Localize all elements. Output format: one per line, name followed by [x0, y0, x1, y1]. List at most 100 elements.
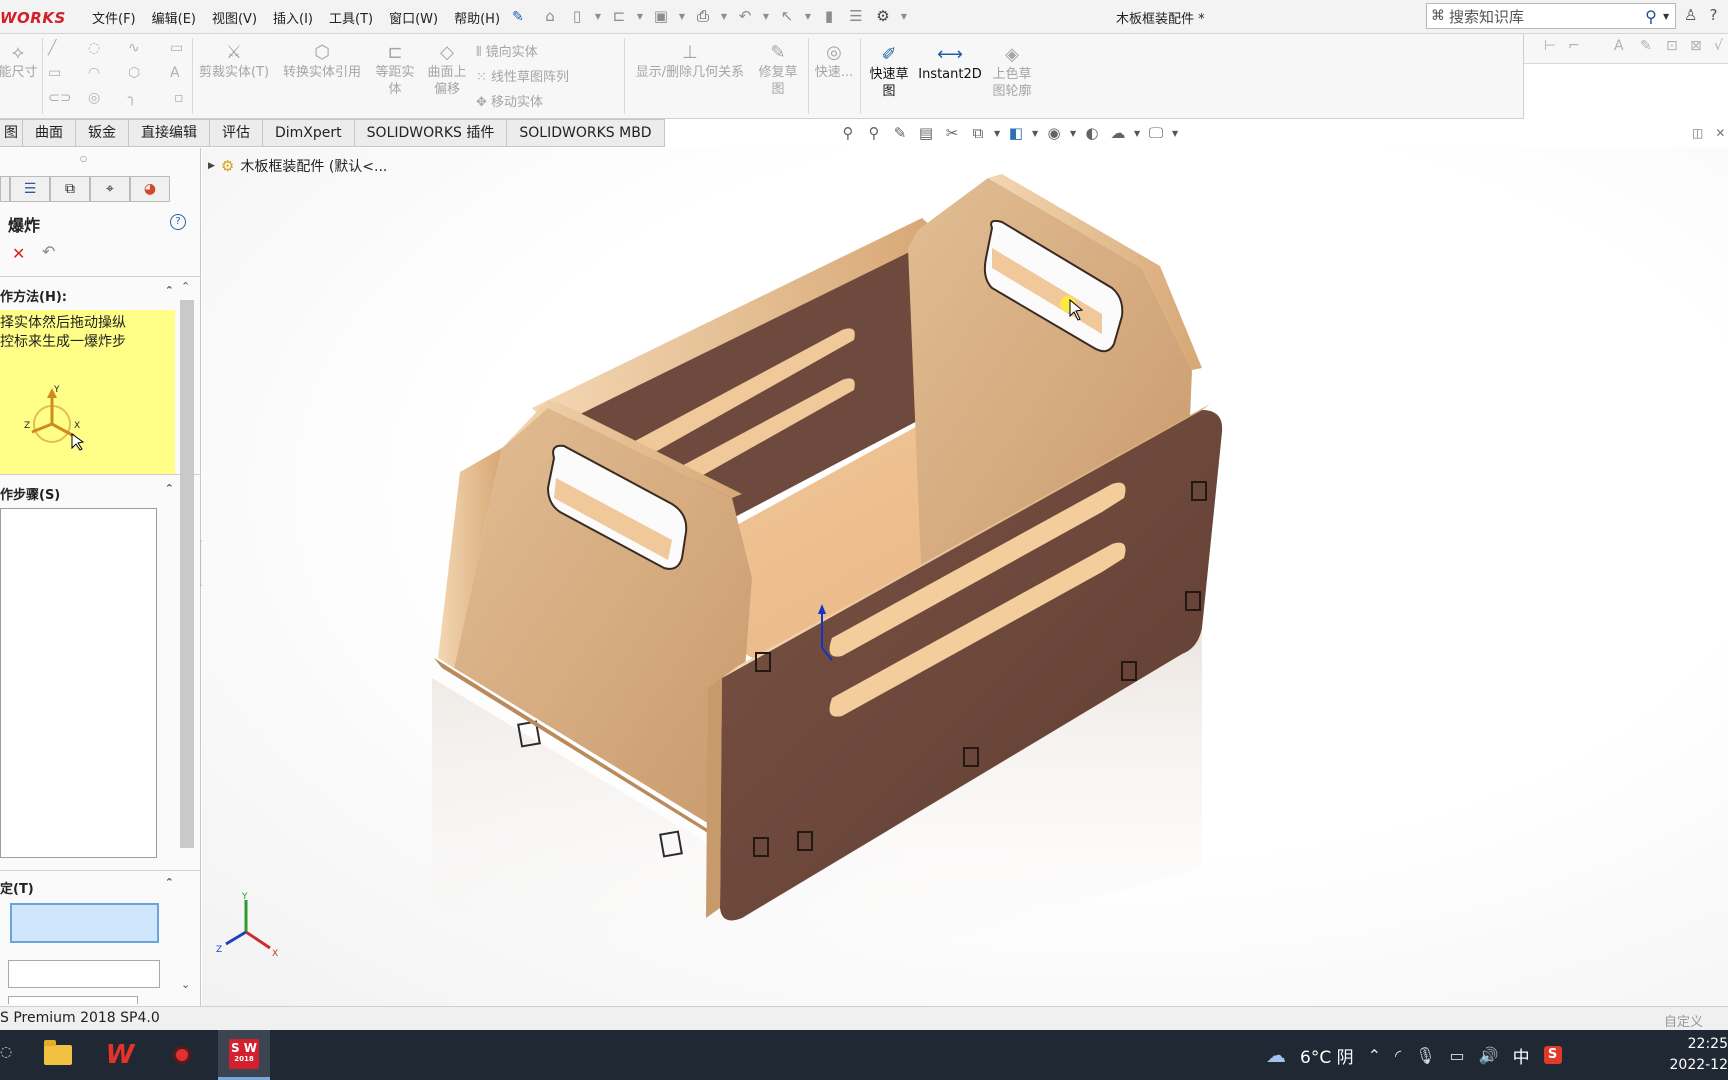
close-icon[interactable]: ✕ [12, 244, 25, 263]
cloudy-weather-icon[interactable]: ☁ [1266, 1043, 1286, 1067]
scroll-up-icon[interactable]: ⌃ [181, 280, 190, 293]
zoom-to-area-icon[interactable]: ⚲ [864, 124, 884, 142]
edit-appearance-icon[interactable]: ◐ [1082, 124, 1102, 142]
collapse-icon[interactable]: ⌃ [165, 284, 174, 297]
help-icon[interactable]: ? [170, 214, 186, 230]
wps-office-button[interactable]: W [94, 1030, 146, 1080]
fillet-icon[interactable]: ╮ [128, 90, 136, 106]
network-icon[interactable]: ◜ [1395, 1046, 1401, 1065]
polygon-icon[interactable]: ⬡ [128, 65, 140, 81]
panel-grip-icon[interactable]: ○ [80, 154, 87, 163]
tab-sketch[interactable]: 图 [0, 119, 23, 147]
expand-arrow-icon[interactable]: ▶ [208, 161, 215, 171]
close-window-icon[interactable]: ✕ [1715, 126, 1725, 140]
scroll-down-icon[interactable]: ⌄ [181, 978, 190, 991]
explode-distance-field[interactable] [8, 996, 138, 1004]
pin-icon[interactable]: ✎ [512, 9, 524, 25]
volume-icon[interactable]: 🔊 [1479, 1046, 1499, 1065]
view-orientation-icon[interactable]: ⧉ [968, 124, 988, 142]
gear-icon[interactable]: ⚙ [873, 5, 893, 27]
menu-window[interactable]: 窗口(W) [381, 8, 446, 27]
section-header-settings[interactable]: 定(T) ⌃ [0, 876, 178, 897]
step-icon[interactable]: ⌐ [1568, 38, 1580, 54]
tab-configuration-manager[interactable]: ⧉ [50, 176, 90, 202]
search-icon[interactable]: ⚲ [1639, 7, 1663, 26]
zoom-to-fit-icon[interactable]: ⚲ [838, 124, 858, 142]
trim-entities-button[interactable]: ⚔ 剪裁实体(T) [196, 42, 272, 81]
menu-tools[interactable]: 工具(T) [321, 8, 381, 27]
apply-scene-icon[interactable]: ☁ [1108, 124, 1128, 142]
previous-view-icon[interactable]: ✎ [890, 124, 910, 142]
file-properties-icon[interactable]: ☰ [846, 5, 866, 27]
balloon-icon[interactable]: ⊡ [1666, 38, 1678, 54]
arc-icon[interactable]: ◠ [88, 65, 100, 81]
section-header-explode-steps[interactable]: 作步骤(S) ⌃ [0, 482, 178, 503]
tab-solidworks-addins[interactable]: SOLIDWORKS 插件 [354, 119, 508, 147]
mirror-entities-button[interactable]: ⫴ 镜向实体 [476, 44, 538, 61]
weather-text[interactable]: 6°C 阴 [1300, 1043, 1354, 1068]
tab-sheet-metal[interactable]: 钣金 [76, 119, 129, 147]
hide-show-items-icon[interactable]: ◉ [1044, 124, 1064, 142]
chevron-down-icon[interactable]: ▼ [900, 5, 908, 27]
weld-icon[interactable]: ⊠ [1690, 38, 1702, 54]
section-header-how-to[interactable]: 作方法(H): ⌃ [0, 284, 178, 305]
annotation-icon[interactable]: A [1614, 38, 1624, 54]
tab-evaluate[interactable]: 评估 [210, 119, 263, 147]
search-input[interactable]: 搜索知识库 [1449, 6, 1639, 27]
repair-sketch-button[interactable]: ✎ 修复草 图 [754, 42, 802, 98]
dynamic-annotation-icon[interactable]: ✂ [942, 124, 962, 142]
tab-property-manager[interactable]: ☰ [10, 176, 50, 202]
point-icon[interactable]: ◎ [88, 90, 100, 106]
feature-tree-root[interactable]: ▶ ⚙ 木板框装配件 (默认<... [208, 156, 387, 176]
components-selection-field[interactable] [10, 903, 159, 943]
rapid-sketch-button[interactable]: ✐ 快速草 图 [864, 44, 914, 100]
move-entities-button[interactable]: ✥ 移动实体 [476, 94, 543, 111]
undo-icon[interactable]: ↶ [735, 5, 755, 27]
user-icon[interactable]: ♙ [1684, 6, 1697, 24]
undo-icon[interactable]: ↶ [42, 242, 55, 261]
collapse-icon[interactable]: ⌃ [165, 876, 174, 889]
plane-icon[interactable]: ▭ [170, 40, 183, 56]
tab-dimxpert-manager[interactable]: ⌖ [90, 176, 130, 202]
chevron-down-icon[interactable]: ▼ [762, 5, 770, 27]
offset-entities-button[interactable]: ⊏ 等距实 体 [370, 42, 420, 98]
explode-steps-list[interactable] [0, 508, 157, 858]
select-cursor-icon[interactable]: ↖ [777, 5, 797, 27]
restore-window-icon[interactable]: ◫ [1692, 126, 1703, 140]
show-hidden-icons-chevron-icon[interactable]: ⌃ [1368, 1046, 1381, 1065]
status-units-text[interactable]: 自定义 [1664, 1011, 1703, 1030]
chevron-down-icon[interactable]: ▼ [1070, 129, 1076, 138]
instant2d-button[interactable]: ⟷ Instant2D [918, 44, 982, 83]
menu-help[interactable]: 帮助(H) [446, 8, 508, 27]
chevron-down-icon[interactable]: ▼ [720, 5, 728, 27]
chevron-down-icon[interactable]: ▼ [678, 5, 686, 27]
search-box[interactable]: ⌘ 搜索知识库 ⚲ ▼ [1426, 3, 1676, 29]
tab-display-manager[interactable]: ◕ [130, 176, 170, 202]
chevron-down-icon[interactable]: ▼ [636, 5, 644, 27]
chevron-down-icon[interactable]: ▼ [594, 5, 602, 27]
chevron-down-icon[interactable]: ▼ [1032, 129, 1038, 138]
tab-solidworks-mbd[interactable]: SOLIDWORKS MBD [507, 119, 665, 147]
panel-scrollbar[interactable]: ⌃ ⌄ [178, 278, 196, 1000]
centerline-icon[interactable]: ▫ [174, 90, 184, 106]
battery-icon[interactable]: ▭ [1450, 1046, 1465, 1065]
rebuild-icon[interactable]: ▮ [819, 5, 839, 27]
note-icon[interactable]: ✎ [1640, 38, 1652, 54]
line-icon[interactable]: ╱ [48, 40, 56, 56]
save-icon[interactable]: ▣ [651, 5, 671, 27]
home-icon[interactable]: ⌂ [540, 5, 560, 27]
circle-icon[interactable]: ◌ [88, 40, 100, 56]
tab-direct-editing[interactable]: 直接编辑 [129, 119, 210, 147]
text-icon[interactable]: A [170, 65, 180, 81]
solidworks-button[interactable]: S W 2018 [218, 1030, 270, 1080]
surface-finish-icon[interactable]: √ [1714, 38, 1723, 54]
chevron-down-icon[interactable]: ▼ [1134, 129, 1140, 138]
print-icon[interactable]: ⎙ [693, 5, 713, 27]
sogou-ime-icon[interactable]: S [1543, 1046, 1562, 1064]
rectangle-icon[interactable]: ▭ [48, 65, 61, 81]
start-edge-icon[interactable]: ◌ [0, 1044, 12, 1060]
collapse-icon[interactable]: ⌃ [165, 482, 174, 495]
menu-view[interactable]: 视图(V) [204, 8, 265, 27]
chevron-down-icon[interactable]: ▼ [804, 5, 812, 27]
wooden-box-assembly-model[interactable] [202, 148, 1728, 1006]
